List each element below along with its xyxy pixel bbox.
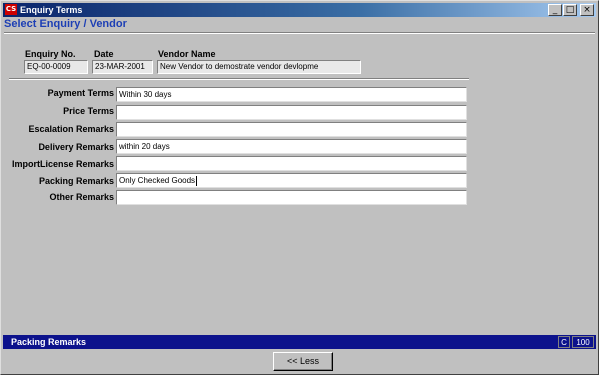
app-icon: CS <box>5 4 17 15</box>
status-message: Packing Remarks <box>11 337 87 347</box>
text-cursor <box>196 175 198 186</box>
section-title: Select Enquiry / Vendor <box>4 18 127 30</box>
packing-remarks-value: Only Checked Goods <box>119 176 196 185</box>
enquiry-no-field[interactable]: EQ-00-0009 <box>24 60 88 74</box>
window-title: Enquiry Terms <box>20 5 83 15</box>
status-value: 100 <box>572 336 594 348</box>
delivery-remarks-label: Delivery Remarks <box>38 142 114 152</box>
header-divider <box>4 32 595 34</box>
title-bar[interactable]: CS Enquiry Terms _ □ × <box>3 3 596 17</box>
escalation-remarks-field[interactable] <box>116 122 467 137</box>
less-button[interactable]: << Less <box>273 352 333 371</box>
price-terms-field[interactable] <box>116 105 467 120</box>
other-remarks-field[interactable] <box>116 190 467 205</box>
maximize-button[interactable]: □ <box>563 4 577 16</box>
escalation-remarks-label: Escalation Remarks <box>28 124 114 134</box>
enquiry-terms-window: CS Enquiry Terms _ □ × Select Enquiry / … <box>0 0 599 375</box>
status-bar: Packing Remarks C 100 <box>3 335 596 349</box>
minimize-button[interactable]: _ <box>548 4 562 16</box>
date-label: Date <box>94 49 114 59</box>
price-terms-label: Price Terms <box>63 106 114 116</box>
other-remarks-label: Other Remarks <box>49 192 114 202</box>
packing-remarks-label: Packing Remarks <box>38 176 114 186</box>
payment-terms-label: Payment Terms <box>47 88 114 98</box>
status-mode: C <box>558 336 570 348</box>
delivery-remarks-field[interactable]: within 20 days <box>116 139 467 154</box>
import-license-remarks-label: ImportLicense Remarks <box>11 159 114 169</box>
payment-terms-field[interactable]: Within 30 days <box>116 87 467 102</box>
form-divider <box>9 78 469 80</box>
vendor-name-field[interactable]: New Vendor to demostrate vendor devlopme <box>157 60 361 74</box>
date-field[interactable]: 23-MAR-2001 <box>92 60 153 74</box>
vendor-name-label: Vendor Name <box>158 49 216 59</box>
enquiry-no-label: Enquiry No. <box>25 49 76 59</box>
close-button[interactable]: × <box>580 4 594 16</box>
import-license-remarks-field[interactable] <box>116 156 467 171</box>
packing-remarks-field[interactable]: Only Checked Goods <box>116 173 467 188</box>
